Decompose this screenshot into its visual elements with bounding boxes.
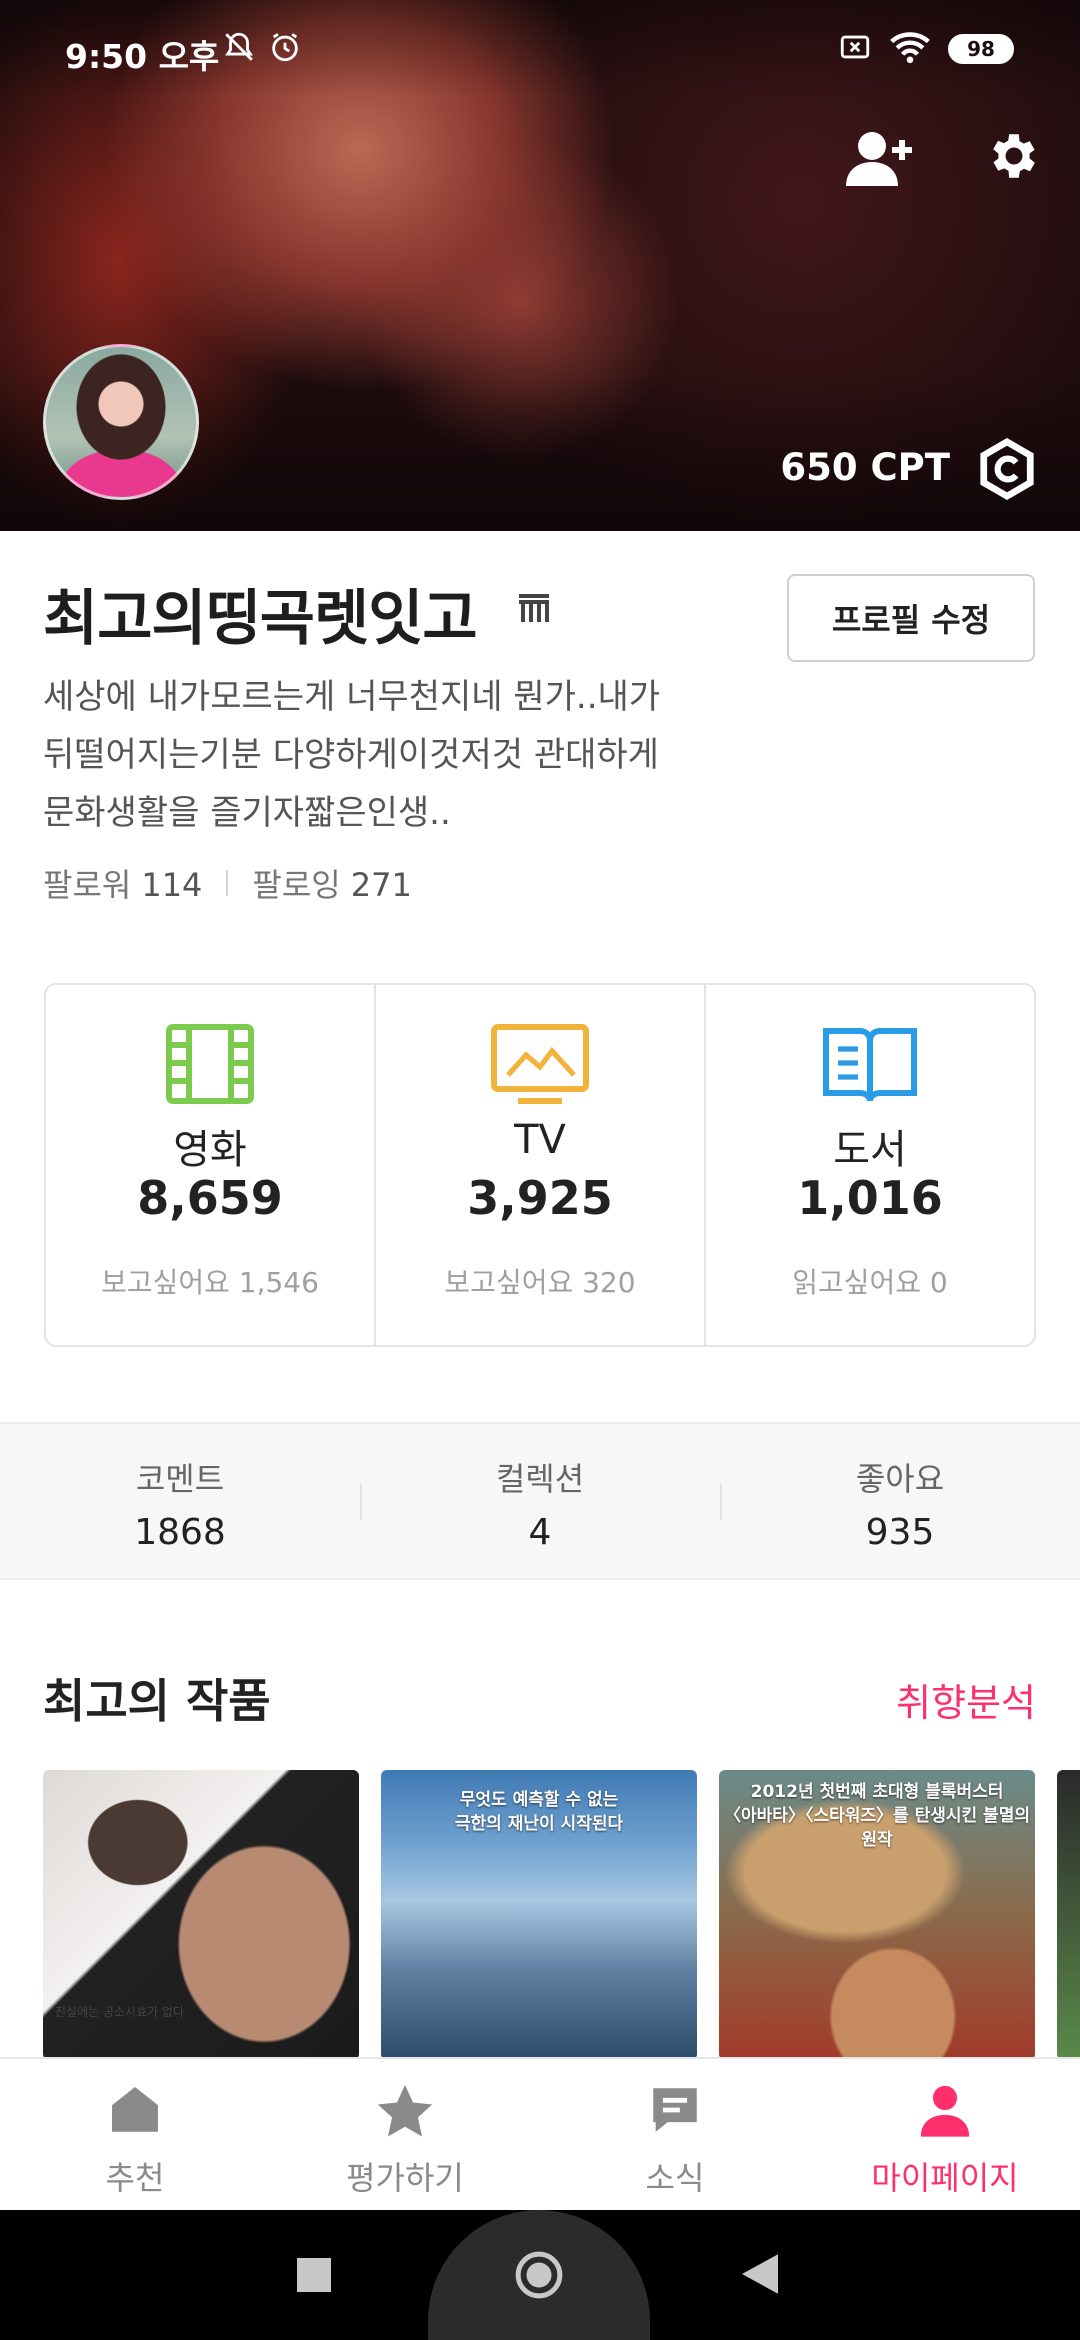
back-icon[interactable] xyxy=(742,2254,778,2298)
bio-line: 세상에 내가모르는게 너무천지네 뭔가..내가 xyxy=(43,677,661,717)
stat-label: 컬렉션 xyxy=(495,1460,585,1498)
movie-poster[interactable]: 무엇도 예측할 수 없는 극한의 재난이 시작된다 xyxy=(381,1770,697,2057)
nav-recommend[interactable]: 추천 xyxy=(0,2059,270,2210)
category-tv[interactable]: TV 3,925 보고싶어요 320 xyxy=(374,985,704,1345)
category-count: 3,925 xyxy=(467,1171,613,1225)
category-books[interactable]: 도서 1,016 읽고싶어요 0 xyxy=(704,985,1034,1345)
followers-count: 114 xyxy=(141,866,203,904)
nav-label: 소식 xyxy=(645,2159,705,2197)
category-title: TV xyxy=(514,1117,566,1163)
nav-rate[interactable]: 평가하기 xyxy=(270,2059,540,2210)
follow-stats: 팔로워 114 팔로잉 271 xyxy=(43,860,412,906)
home-button[interactable] xyxy=(428,2210,650,2340)
edit-profile-button[interactable]: 프로필 수정 xyxy=(787,574,1035,662)
battery-icon: 98 xyxy=(948,34,1014,64)
category-wishlist: 읽고싶어요 0 xyxy=(792,1266,948,1299)
tv-icon xyxy=(490,1023,590,1109)
stat-label: 좋아요 xyxy=(855,1460,945,1498)
bottom-navigation: 추천 평가하기 소식 마이페이지 xyxy=(0,2057,1080,2210)
category-movies[interactable]: 영화 8,659 보고싶어요 1,546 xyxy=(46,985,374,1345)
poster-carousel[interactable]: 진실에는 공소시효가 없다 무엇도 예측할 수 없는 극한의 재난이 시작된다 … xyxy=(43,1770,1080,2057)
nav-news[interactable]: 소식 xyxy=(540,2059,810,2210)
status-bar: 9:50 오후 98 xyxy=(0,0,1080,100)
stat-value: 935 xyxy=(865,1512,935,1553)
followers-link[interactable]: 팔로워 114 xyxy=(43,860,202,906)
system-navigation-bar xyxy=(0,2210,1080,2340)
category-wishlist: 보고싶어요 1,546 xyxy=(101,1266,319,1299)
category-count: 1,016 xyxy=(797,1171,943,1225)
poster-tagline: 진실에는 공소시효가 없다 xyxy=(55,2005,185,2019)
category-cards: 영화 8,659 보고싶어요 1,546 TV 3,925 보고싶어요 320 … xyxy=(44,983,1036,1347)
add-friend-icon[interactable] xyxy=(846,128,916,192)
category-title: 영화 xyxy=(173,1127,247,1173)
stat-label: 코멘트 xyxy=(135,1460,225,1498)
category-title: 도서 xyxy=(833,1127,907,1173)
activity-stats: 코멘트 1868 컬렉션 4 좋아요 935 xyxy=(0,1422,1080,1580)
section-title: 최고의 작품 xyxy=(43,1674,271,1728)
following-link[interactable]: 팔로잉 271 xyxy=(252,860,411,906)
nav-label: 추천 xyxy=(105,2159,165,2197)
category-count: 8,659 xyxy=(137,1171,283,1225)
rank-badge-icon xyxy=(517,594,551,628)
stat-likes[interactable]: 좋아요 935 xyxy=(720,1424,1080,1578)
profile-name: 최고의띵곡렛잇고 xyxy=(43,584,478,654)
followers-label: 팔로워 xyxy=(43,866,132,904)
following-label: 팔로잉 xyxy=(252,866,341,904)
following-count: 271 xyxy=(350,866,412,904)
movie-poster[interactable] xyxy=(1057,1770,1080,2057)
stat-value: 1868 xyxy=(134,1512,226,1553)
mute-icon xyxy=(222,30,256,68)
no-sim-icon xyxy=(838,30,872,68)
avatar[interactable] xyxy=(43,344,199,500)
chat-icon xyxy=(646,2081,704,2143)
stat-comments[interactable]: 코멘트 1868 xyxy=(0,1424,360,1578)
points-balance: 650 CPT xyxy=(780,446,950,489)
bio-line: 문화생활을 즐기자짧은인생.. xyxy=(43,793,451,833)
star-icon xyxy=(374,2081,436,2147)
stat-value: 4 xyxy=(528,1512,552,1553)
taste-analysis-link[interactable]: 취향분석 xyxy=(896,1672,1036,1727)
movie-poster[interactable]: 2012년 첫번째 초대형 블록버스터 〈아바타〉〈스타워즈〉를 탄생시킨 불멸… xyxy=(719,1770,1035,2057)
divider xyxy=(226,870,229,896)
movie-poster[interactable]: 진실에는 공소시효가 없다 xyxy=(43,1770,359,2057)
status-time: 9:50 오후 xyxy=(65,37,220,76)
nav-label: 평가하기 xyxy=(346,2159,464,2197)
profile-bio: 세상에 내가모르는게 너무천지네 뭔가..내가 뒤떨어지는기분 다양하게이것저것… xyxy=(43,668,763,842)
recents-icon[interactable] xyxy=(297,2258,331,2296)
home-icon xyxy=(106,2081,164,2143)
bio-line: 뒤떨어지는기분 다양하게이것저것 관대하게 xyxy=(43,735,659,775)
alarm-icon xyxy=(268,30,302,68)
wifi-icon xyxy=(888,28,932,70)
book-icon xyxy=(822,1023,918,1109)
poster-tagline: 2012년 첫번째 초대형 블록버스터 〈아바타〉〈스타워즈〉를 탄생시킨 불멸… xyxy=(724,1782,1030,1850)
nav-label: 마이페이지 xyxy=(871,2159,1019,2197)
nav-mypage[interactable]: 마이페이지 xyxy=(810,2059,1080,2210)
category-wishlist: 보고싶어요 320 xyxy=(444,1266,636,1299)
person-icon xyxy=(916,2081,974,2143)
stat-collections[interactable]: 컬렉션 4 xyxy=(360,1424,720,1578)
film-icon xyxy=(165,1023,255,1109)
poster-tagline: 무엇도 예측할 수 없는 극한의 재난이 시작된다 xyxy=(454,1790,624,1834)
settings-icon[interactable] xyxy=(985,127,1043,189)
points-hexagon-icon[interactable] xyxy=(976,437,1038,504)
